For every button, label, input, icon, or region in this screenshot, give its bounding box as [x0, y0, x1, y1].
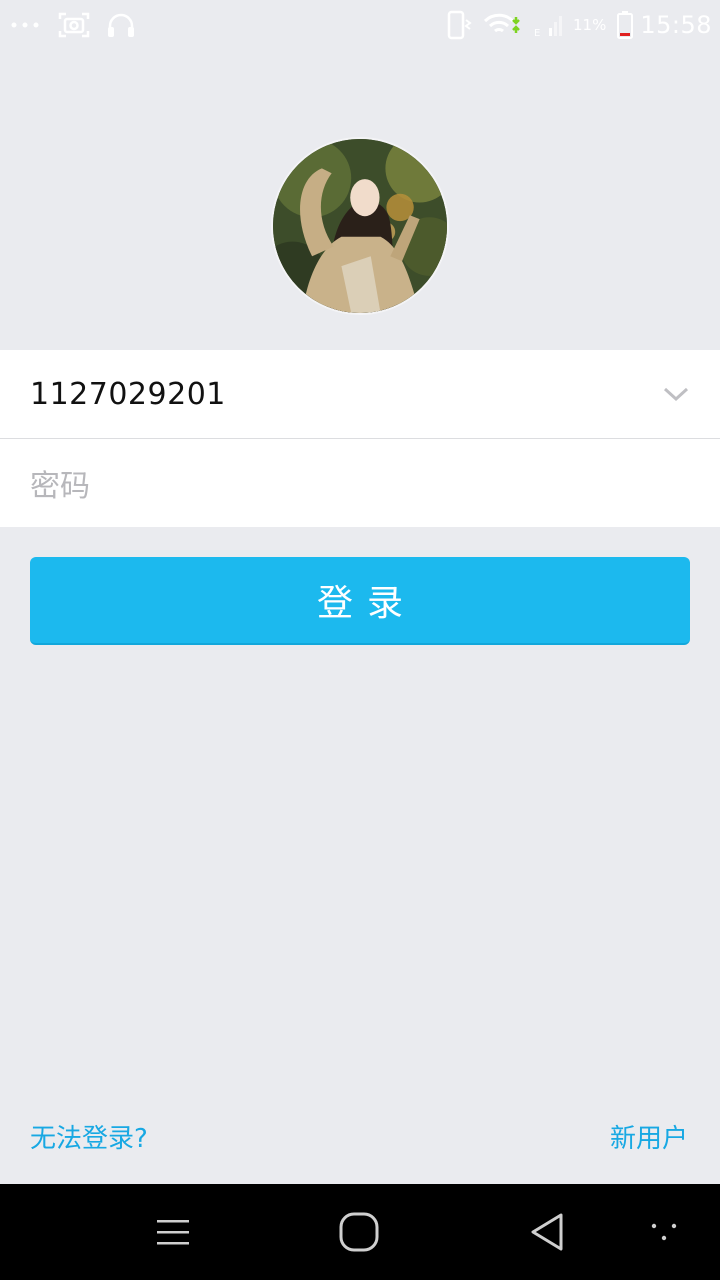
password-field[interactable]: 密码	[0, 439, 720, 527]
cant-login-link[interactable]: 无法登录?	[30, 1118, 148, 1155]
password-input[interactable]: 密码	[30, 461, 690, 505]
status-bar: E 11% 15:58	[0, 0, 720, 50]
cell-signal-icon: E	[533, 12, 565, 38]
login-button[interactable]: 登录	[30, 557, 690, 645]
svg-text:E: E	[534, 28, 540, 38]
status-time: 15:58	[640, 11, 712, 39]
more-dots-icon	[10, 20, 42, 30]
back-icon[interactable]	[523, 1208, 571, 1256]
battery-percent: 11%	[572, 16, 607, 34]
new-user-link[interactable]: 新用户	[610, 1118, 688, 1155]
more-icon[interactable]	[640, 1208, 688, 1256]
vibrate-icon	[445, 10, 473, 40]
home-icon[interactable]	[335, 1208, 383, 1256]
avatar	[271, 137, 449, 315]
wifi-icon	[483, 11, 523, 39]
login-screen: E 11% 15:58 1127029201 密码 登录 无法登录? 新用户	[0, 0, 720, 1280]
battery-icon	[616, 10, 634, 40]
menu-icon[interactable]	[149, 1208, 197, 1256]
account-field[interactable]: 1127029201	[0, 350, 720, 438]
headphones-icon	[106, 11, 136, 39]
account-input[interactable]: 1127029201	[30, 377, 656, 412]
navigation-bar	[0, 1184, 720, 1280]
chevron-down-icon[interactable]	[656, 374, 696, 414]
screenshot-icon	[58, 11, 90, 39]
